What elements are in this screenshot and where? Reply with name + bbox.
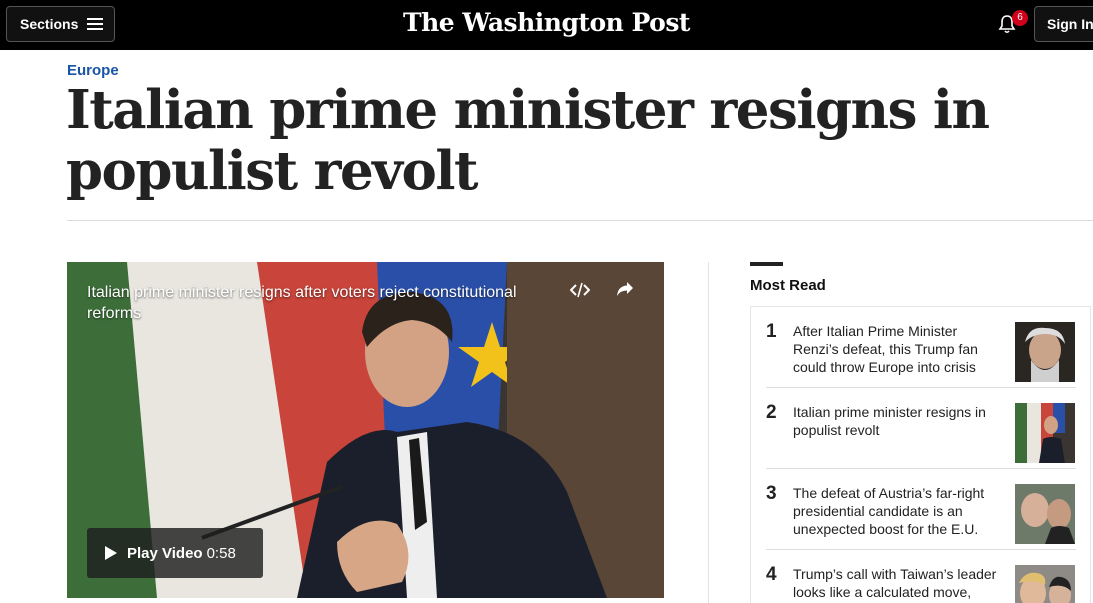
most-read-item[interactable]: 4 Trump’s call with Taiwan’s leader look… <box>766 550 1076 603</box>
most-read-item[interactable]: 3 The defeat of Austria’s far-right pres… <box>766 469 1076 550</box>
most-read-headline[interactable]: Italian prime minister resigns in populi… <box>793 403 1003 439</box>
headline-divider <box>67 220 1093 221</box>
most-read-headline[interactable]: The defeat of Austria’s far-right presid… <box>793 484 1003 538</box>
most-read-rank: 4 <box>766 564 777 585</box>
most-read-item[interactable]: 2 Italian prime minister resigns in popu… <box>766 388 1076 469</box>
share-icon[interactable] <box>616 281 634 297</box>
most-read-rank: 3 <box>766 483 777 504</box>
most-read-thumbnail[interactable] <box>1015 403 1075 463</box>
most-read-title: Most Read <box>750 277 826 294</box>
site-logo[interactable]: The Washington Post <box>0 8 1093 37</box>
column-divider <box>708 262 709 603</box>
play-video-label: Play Video <box>127 544 203 562</box>
top-navigation-bar: Sections The Washington Post 6 Sign In <box>0 0 1093 50</box>
most-read-thumbnail[interactable] <box>1015 565 1075 603</box>
notification-count-badge: 6 <box>1012 10 1028 26</box>
video-player[interactable]: Italian prime minister resigns after vot… <box>67 262 664 598</box>
section-kicker-link[interactable]: Europe <box>67 62 119 79</box>
most-read-thumbnail[interactable] <box>1015 484 1075 544</box>
most-read-rank: 2 <box>766 402 777 423</box>
article-headline: Italian prime minister resigns in populi… <box>66 79 990 202</box>
most-read-rank: 1 <box>766 321 777 342</box>
most-read-thumbnail[interactable] <box>1015 322 1075 382</box>
video-title: Italian prime minister resigns after vot… <box>87 284 517 322</box>
video-duration: 0:58 <box>206 544 236 562</box>
play-icon <box>105 546 117 560</box>
most-read-headline[interactable]: After Italian Prime Minister Renzi’s def… <box>793 322 1003 376</box>
embed-code-icon[interactable] <box>570 282 590 298</box>
most-read-accent-bar <box>750 262 783 266</box>
play-video-button[interactable]: Play Video 0:58 <box>87 528 263 578</box>
most-read-headline[interactable]: Trump’s call with Taiwan’s leader looks … <box>793 565 1003 601</box>
most-read-list: 1 After Italian Prime Minister Renzi’s d… <box>750 306 1091 603</box>
sign-in-button[interactable]: Sign In <box>1034 6 1093 42</box>
most-read-item[interactable]: 1 After Italian Prime Minister Renzi’s d… <box>766 307 1076 388</box>
